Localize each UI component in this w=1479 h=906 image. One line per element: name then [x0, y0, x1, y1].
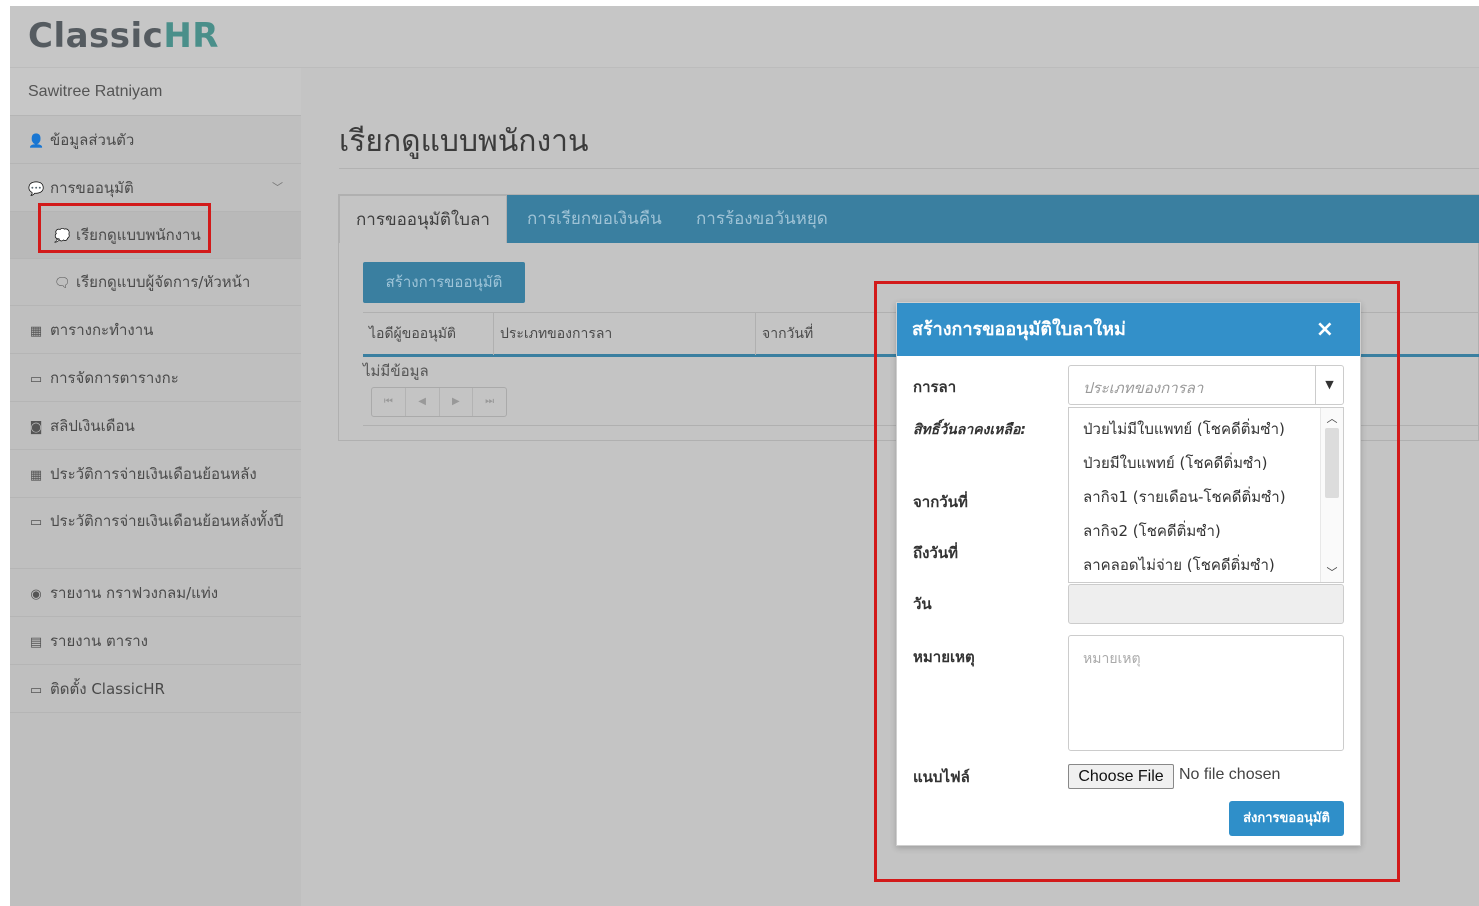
sidebar-username: Sawitree Ratniyam [10, 68, 301, 116]
modal-title: สร้างการขออนุมัติใบลาใหม่ [912, 319, 1126, 340]
file-chart-icon: ▤ [29, 635, 43, 650]
tab-reimbursement[interactable]: การเรียกขอเงินคืน [527, 195, 662, 243]
dropdown-option[interactable]: ลากิจ1 (รายเดือน-โชคดีติ่มซำ) [1083, 485, 1286, 509]
chevron-down-icon[interactable]: ﹀ [1321, 564, 1343, 580]
file-status-text: No file chosen [1179, 766, 1281, 783]
to-date-label: ถึงวันที่ [913, 544, 958, 562]
comment-icon: 💬 [28, 182, 45, 197]
dropdown-option[interactable]: ลาคลอดไม่จ่าย (โชคดีติ่มซำ) [1083, 553, 1275, 577]
last-page-icon[interactable]: ⏭ [473, 388, 506, 416]
days-label: วัน [913, 595, 932, 613]
chevron-down-icon: ﹀ [272, 181, 283, 194]
leave-type-select[interactable]: ประเภทของการลา ▼ [1068, 365, 1344, 405]
calendar-icon: ▦ [29, 324, 43, 339]
sidebar-item-pay-history[interactable]: ▦ ประวัติการจ่ายเงินเดือนย้อนหลัง [10, 450, 301, 498]
calendar-icon: ▦ [29, 468, 43, 483]
target-icon: ◉ [30, 587, 42, 602]
modal-header: สร้างการขออนุมัติใบลาใหม่ × [897, 303, 1360, 356]
sidebar-subitem-manager-view[interactable]: 🗨 เรียกดูแบบผู้จัดการ/หัวหน้า [10, 259, 301, 306]
dropdown-option[interactable]: ป่วยไม่มีใบแพทย์ (โชคดีติ่มซำ) [1083, 417, 1285, 441]
user-icon: 👤 [28, 134, 45, 149]
top-bar: ClassicHR [10, 6, 1479, 68]
column-header-from-date[interactable]: จากวันที่ [756, 313, 916, 355]
chat-bubble-icon: 💭 [54, 229, 71, 244]
dropdown-option[interactable]: ลากิจ2 (โชคดีติ่มซำ) [1083, 519, 1221, 543]
pager: ⏮ ◀ ▶ ⏭ [371, 387, 507, 417]
logo[interactable]: ClassicHR [28, 16, 219, 56]
chat-bubbles-icon: 🗨 [54, 276, 71, 291]
from-date-label: จากวันที่ [913, 493, 968, 511]
caret-down-icon[interactable]: ▼ [1315, 366, 1343, 404]
divider [339, 168, 1479, 169]
sidebar-item-profile[interactable]: 👤 ข้อมูลส่วนตัว [10, 116, 301, 164]
sidebar: Sawitree Ratniyam 👤 ข้อมูลส่วนตัว 💬 การขออ… [10, 68, 301, 906]
next-page-icon[interactable]: ▶ [440, 388, 474, 416]
attach-label: แนบไฟล์ [913, 768, 970, 786]
prev-page-icon[interactable]: ◀ [406, 388, 440, 416]
sidebar-item-payslip[interactable]: ◙ สลิปเงินเดือน [10, 402, 301, 450]
monitor-icon: ▭ [29, 683, 43, 698]
dropdown-scrollbar[interactable]: ︿ ﹀ [1320, 408, 1343, 582]
leave-balance-label: สิทธิ์วันลาคงเหลือ: [913, 422, 1026, 438]
money-icon: ◙ [29, 420, 43, 435]
tab-bar: การขออนุมัติใบลา การเรียกขอเงินคืน การร้… [339, 195, 1479, 243]
select-placeholder: ประเภทของการลา [1083, 379, 1204, 397]
tab-leave-requests[interactable]: การขออนุมัติใบลา [339, 195, 507, 243]
no-data-message: ไม่มีข้อมูล [363, 362, 429, 380]
tab-holiday-requests[interactable]: การร้องขอวันหยุด [696, 195, 828, 243]
sidebar-item-table-report[interactable]: ▤ รายงาน ตาราง [10, 617, 301, 665]
sidebar-item-shift-schedule[interactable]: ▦ ตารางกะทำงาน [10, 306, 301, 354]
close-icon[interactable]: × [1316, 303, 1334, 356]
scrollbar-thumb[interactable] [1325, 428, 1339, 498]
leave-type-dropdown: ป่วยไม่มีใบแพทย์ (โชคดีติ่มซำ) ป่วยมีใบแ… [1068, 407, 1344, 583]
column-header-leave-type[interactable]: ประเภทของการลา [494, 313, 756, 355]
note-textarea[interactable] [1068, 635, 1344, 751]
create-request-button[interactable]: สร้างการขออนุมัติ [363, 262, 525, 303]
page-title: เรียกดูแบบพนักงาน [339, 124, 589, 159]
chevron-up-icon[interactable]: ︿ [1321, 410, 1343, 426]
new-leave-request-modal: สร้างการขออนุมัติใบลาใหม่ × การลา ประเภท… [896, 302, 1361, 846]
calendar-outline-icon: ▭ [29, 372, 43, 387]
sidebar-item-approvals[interactable]: 💬 การขออนุมัติ ﹀ [10, 164, 301, 212]
sidebar-item-pay-history-year[interactable]: ▭ ประวัติการจ่ายเงินเดือนย้อนหลังทั้งปี [10, 498, 301, 569]
leave-label: การลา [913, 378, 957, 396]
column-header-requester-id[interactable]: ไอดีผู้ขออนุมัติ [363, 313, 494, 355]
sidebar-item-shift-management[interactable]: ▭ การจัดการตารางกะ [10, 354, 301, 402]
sidebar-subitem-employee-view[interactable]: 💭 เรียกดูแบบพนักงาน [10, 212, 301, 259]
first-page-icon[interactable]: ⏮ [372, 388, 406, 416]
calendar-outline-icon: ▭ [29, 515, 43, 530]
note-label: หมายเหตุ [913, 648, 975, 666]
sidebar-item-chart-report[interactable]: ◉ รายงาน กราฟวงกลม/แท่ง [10, 569, 301, 617]
choose-file-button[interactable]: Choose File [1068, 764, 1174, 789]
submit-request-button[interactable]: ส่งการขออนุมัติ [1229, 801, 1344, 836]
sidebar-item-install[interactable]: ▭ ติดตั้ง ClassicHR [10, 665, 301, 713]
days-field [1068, 584, 1344, 624]
dropdown-option[interactable]: ป่วยมีใบแพทย์ (โชคดีติ่มซำ) [1083, 451, 1267, 475]
